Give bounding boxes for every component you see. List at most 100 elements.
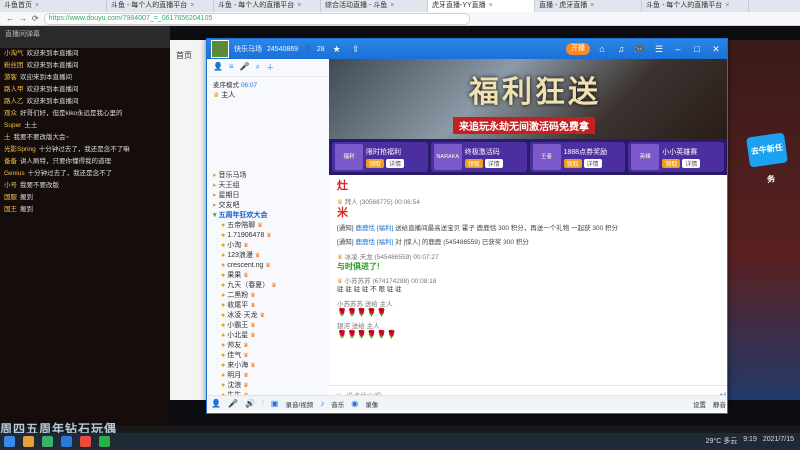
mic-icon[interactable]: 🎤 [228,399,238,408]
user-icon[interactable]: 👤 [211,399,221,408]
member-item[interactable]: ● 收尾平 ♛ [207,301,329,311]
close-tab-icon[interactable]: × [35,0,39,12]
chat-username[interactable]: 小号 [4,182,17,189]
close-tab-icon[interactable]: × [390,0,394,12]
avatar[interactable] [211,40,229,58]
chat-username[interactable]: 国王 [4,206,17,213]
member-item[interactable]: ● 来小海 ♛ [207,361,329,371]
close-tab-icon[interactable]: × [489,0,493,12]
person-icon[interactable]: 👤 [213,62,223,73]
music-label[interactable]: 音乐 [331,399,344,409]
sidebar-group[interactable]: ▸ 音乐马场 [207,171,329,181]
sidebar-group[interactable]: ▸ 天王组 [207,181,329,191]
promo-banner[interactable]: 福利狂送 来追玩永劫无间激活码免费拿 [329,59,727,139]
member-item[interactable]: ● 九天（春夏） ♛ [207,281,329,291]
browser-tab[interactable]: 虎牙直播-YY直播 × [428,0,535,12]
refresh-icon[interactable]: ⟳ [32,14,39,23]
channel-title[interactable]: ▾ 五周年狂欢大会 [207,211,329,221]
chat-username[interactable]: 观众 [4,110,17,117]
close-tab-icon[interactable]: × [725,0,729,12]
promo-card[interactable]: 福利 限时抢福利 领取 详情 [332,142,428,172]
volume-icon[interactable]: 🔊 [245,399,255,408]
chat-username[interactable]: 光影Spring [4,146,36,153]
member-item[interactable]: ● 冰凌·天龙 ♛ [207,311,329,321]
member-item[interactable]: ● 沈浪 ♛ [207,381,329,391]
start-icon[interactable] [4,436,15,447]
chat-username[interactable]: 粉丝团 [4,62,24,69]
chat-username[interactable]: 路人甲 [4,86,24,93]
details-button[interactable]: 详情 [484,158,503,168]
settings-label[interactable]: 设置 [693,399,706,409]
member-item[interactable]: ● 佳气 ♛ [207,351,329,361]
promo-card[interactable]: 英雄 小小英雄赛 领取 详情 [628,142,724,172]
app-icon[interactable] [80,436,91,447]
list-icon[interactable]: ≡ [229,62,234,73]
sidebar-group[interactable]: ▸ 交友吧 [207,201,329,211]
live-button[interactable]: 开播 [566,43,590,55]
game-icon[interactable]: 🎮 [633,44,647,55]
chat-username[interactable]: 土 [4,134,11,141]
music-icon[interactable]: ♫ [614,44,628,54]
member-item[interactable]: ● 小淘 ♛ [207,241,329,251]
promo-card[interactable]: 王者 1888点券奖励 领取 详情 [529,142,626,172]
member-item[interactable]: ● 1.71906478 ♛ [207,231,329,241]
home-icon[interactable]: ⌂ [595,44,609,54]
record-video-label[interactable]: 录音/视频 [285,399,313,409]
top-mic-user[interactable]: ♛ 主人 [207,91,329,101]
forward-icon[interactable]: → [19,14,27,23]
browser-tab[interactable]: 斗鱼 - 每个人的直播平台 × [107,0,214,12]
folder-icon[interactable] [23,436,34,447]
browser-tab[interactable]: 综合活动直播 - 斗鱼 × [321,0,428,12]
maximize-icon[interactable]: □ [690,44,704,54]
member-item[interactable]: ● 小北星 ♛ [207,331,329,341]
claim-button[interactable]: 领取 [366,158,385,168]
member-item[interactable]: ● 二黑粉 ♛ [207,291,329,301]
equalizer-icon[interactable]: ⫶ [262,399,264,409]
browser-tab[interactable]: 直播 - 虎牙直播 × [535,0,642,12]
sidebar-group[interactable]: ▸ 星期日 [207,191,329,201]
close-tab-icon[interactable]: × [190,0,194,12]
url-field[interactable]: https://www.douyu.com/7984007_=_06176562… [43,12,470,25]
menu-icon[interactable]: ☰ [652,44,666,55]
chat-username[interactable]: 国服 [4,194,17,201]
member-item[interactable]: ● 果果 ♛ [207,271,329,281]
close-tab-icon[interactable]: × [590,0,594,12]
details-button[interactable]: 详情 [386,158,405,168]
browser-icon[interactable] [42,436,53,447]
music-note-icon[interactable]: ♪ [320,399,324,408]
yy-icon[interactable] [61,436,72,447]
browser-tab[interactable]: 斗鱼 - 每个人的直播平台 × [642,0,749,12]
close-tab-icon[interactable]: × [297,0,301,12]
chat-username[interactable]: 小淘气 [4,50,24,57]
member-item[interactable]: ● 123浪漫 ♛ [207,251,329,261]
add-icon[interactable]: ＋ [266,62,274,73]
browser-tab[interactable]: 斗鱼首页 × [0,0,107,12]
claim-button[interactable]: 领取 [662,158,681,168]
member-item[interactable]: ● 帅友 ♛ [207,341,329,351]
member-item[interactable]: ● 五帝陪聊 ♛ [207,221,329,231]
record-icon[interactable]: ▣ [271,399,279,408]
promo-card[interactable]: NARAKA 终极激活码 领取 详情 [430,142,527,172]
details-button[interactable]: 详情 [583,158,602,168]
task-badge[interactable]: 去牛新任务 [746,132,788,184]
browser-tab[interactable]: 斗鱼 - 每个人的直播平台 × [214,0,321,12]
chat-username[interactable]: 备备 [4,158,17,165]
close-icon[interactable]: ✕ [709,44,723,55]
member-item[interactable]: ● 明月 ♛ [207,371,329,381]
mute-label[interactable]: 静音 [713,399,726,409]
claim-button[interactable]: 领取 [563,158,582,168]
wechat-icon[interactable] [99,436,110,447]
details-button[interactable]: 详情 [682,158,701,168]
chat-username[interactable]: 游客 [4,74,17,81]
back-icon[interactable]: ← [6,14,14,23]
favorite-icon[interactable]: ★ [330,44,344,55]
search-icon[interactable]: ⌕ [256,62,260,73]
member-item[interactable]: ● 小霸王 ♛ [207,321,329,331]
home-link[interactable]: 首页 [170,40,206,71]
camera-icon[interactable]: ◉ [351,399,358,408]
mic-icon[interactable]: 🎤 [240,62,250,73]
chat-username[interactable]: 路人乙 [4,98,24,105]
minimize-icon[interactable]: – [671,44,685,54]
chat-username[interactable]: Super [4,122,21,129]
recording-label[interactable]: 录像 [365,399,378,409]
